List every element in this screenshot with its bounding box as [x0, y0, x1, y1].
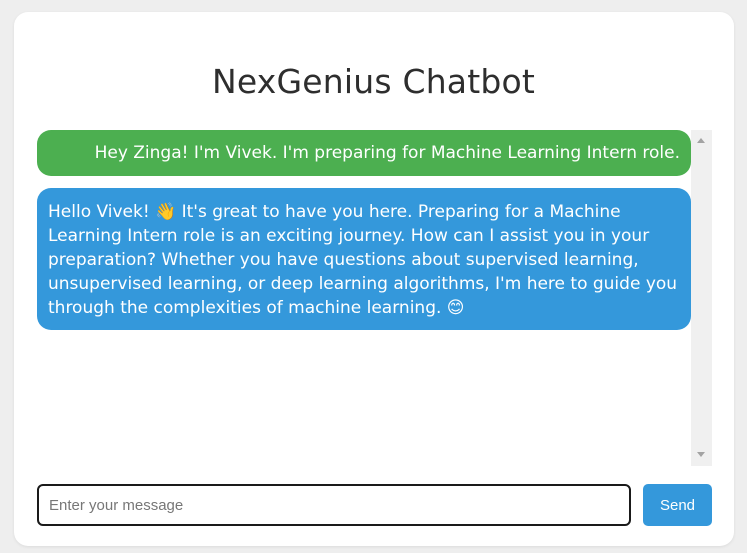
page-title: NexGenius Chatbot	[211, 62, 536, 101]
message-input[interactable]	[37, 484, 631, 526]
scroll-down-arrow-icon[interactable]	[697, 452, 705, 457]
chat-scrollbar[interactable]	[691, 130, 712, 466]
bot-message: Hello Vivek! 👋 It's great to have you he…	[37, 188, 691, 330]
send-button[interactable]: Send	[643, 484, 712, 526]
user-message: Hey Zinga! I'm Vivek. I'm preparing for …	[37, 130, 691, 176]
chat-messages: Hey Zinga! I'm Vivek. I'm preparing for …	[37, 130, 691, 466]
scroll-up-arrow-icon[interactable]	[697, 138, 705, 143]
